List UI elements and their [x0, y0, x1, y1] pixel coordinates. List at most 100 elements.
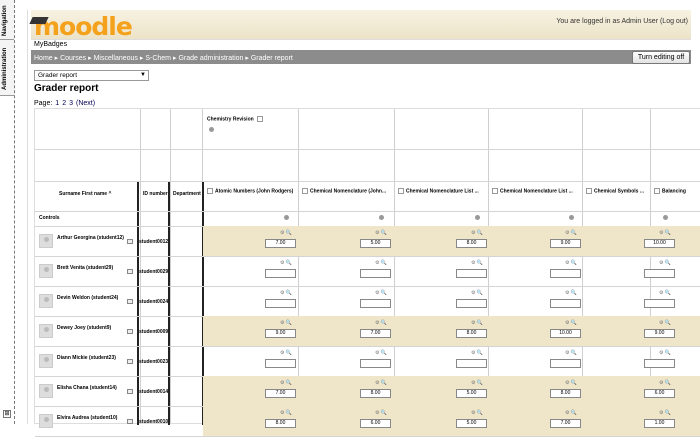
grade-settings-icon[interactable]: ⚙ 🔍: [565, 290, 577, 296]
login-info[interactable]: You are logged in as Admin User (Log out…: [556, 18, 688, 25]
breadcrumb-item[interactable]: S-Chem: [145, 55, 171, 62]
grade-settings-icon[interactable]: ⚙ 🔍: [280, 290, 292, 296]
grade-settings-icon[interactable]: ⚙ 🔍: [471, 290, 483, 296]
page-link[interactable]: 3: [69, 100, 73, 107]
breadcrumb-item[interactable]: Home: [34, 55, 53, 62]
collapse-toggle-icon[interactable]: [256, 116, 263, 122]
student-name[interactable]: Diann Mickie (student23): [57, 355, 116, 361]
grade-item-header[interactable]: Chemical Nomenclature List ...: [492, 188, 579, 194]
student-report-icon[interactable]: [127, 419, 133, 424]
grade-settings-icon[interactable]: ⚙ 🔍: [280, 230, 292, 236]
grade-settings-icon[interactable]: ⚙ 🔍: [375, 260, 387, 266]
grade-settings-icon[interactable]: ⚙ 🔍: [659, 410, 671, 416]
student-name[interactable]: Brett Venita (student29): [57, 265, 113, 271]
controls-settings-icon[interactable]: [475, 215, 480, 220]
grade-settings-icon[interactable]: ⚙ 🔍: [471, 380, 483, 386]
student-name[interactable]: Devin Weldon (student24): [57, 295, 118, 301]
grade-input[interactable]: [644, 359, 675, 368]
grade-settings-icon[interactable]: ⚙ 🔍: [659, 320, 671, 326]
grade-input[interactable]: [265, 299, 296, 308]
breadcrumb-item[interactable]: Miscellaneous: [94, 55, 138, 62]
grade-input[interactable]: [360, 359, 391, 368]
grade-settings-icon[interactable]: ⚙ 🔍: [471, 350, 483, 356]
grade-settings-icon[interactable]: ⚙ 🔍: [659, 260, 671, 266]
avatar[interactable]: [39, 384, 53, 398]
page-link[interactable]: 1: [55, 100, 59, 107]
grade-item-header[interactable]: Atomic Numbers (John Rodgers): [207, 188, 294, 194]
dock-icon[interactable]: ⊞: [3, 410, 11, 418]
id-column-header[interactable]: ID number: [143, 191, 168, 197]
grade-input[interactable]: [360, 269, 391, 278]
grade-settings-icon[interactable]: ⚙ 🔍: [375, 380, 387, 386]
student-report-icon[interactable]: [127, 239, 133, 244]
student-name[interactable]: Dewey Joey (student9): [57, 325, 111, 331]
student-report-icon[interactable]: [127, 359, 133, 364]
student-report-icon[interactable]: [127, 299, 133, 304]
grade-settings-icon[interactable]: ⚙ 🔍: [565, 410, 577, 416]
grade-input[interactable]: 7.00: [265, 239, 296, 248]
category-settings-icon[interactable]: [209, 127, 214, 132]
student-name[interactable]: Elvira Audrea (student10): [57, 415, 117, 421]
grade-input[interactable]: 8.00: [456, 329, 487, 338]
grade-settings-icon[interactable]: ⚙ 🔍: [659, 290, 671, 296]
grade-settings-icon[interactable]: ⚙ 🔍: [659, 380, 671, 386]
breadcrumb-item[interactable]: Grader report: [251, 55, 293, 62]
grade-settings-icon[interactable]: ⚙ 🔍: [375, 290, 387, 296]
grade-input[interactable]: [550, 359, 581, 368]
moodle-logo[interactable]: moodle: [29, 12, 133, 41]
avatar[interactable]: [39, 294, 53, 308]
grade-settings-icon[interactable]: ⚙ 🔍: [280, 410, 292, 416]
grade-settings-icon[interactable]: ⚙ 🔍: [565, 380, 577, 386]
grade-input[interactable]: 8.00: [456, 239, 487, 248]
grade-input[interactable]: 9.00: [265, 329, 296, 338]
grade-settings-icon[interactable]: ⚙ 🔍: [280, 260, 292, 266]
grade-settings-icon[interactable]: ⚙ 🔍: [471, 410, 483, 416]
site-name[interactable]: MyBadges: [34, 41, 67, 48]
grade-item-header[interactable]: Balancing: [654, 188, 700, 194]
page-link[interactable]: 2: [62, 100, 66, 107]
grade-input[interactable]: 10.00: [644, 239, 675, 248]
grade-settings-icon[interactable]: ⚙ 🔍: [659, 350, 671, 356]
avatar[interactable]: [39, 354, 53, 368]
navigation-dock-tab[interactable]: Navigation: [0, 0, 14, 40]
grade-settings-icon[interactable]: ⚙ 🔍: [565, 230, 577, 236]
next-page-link[interactable]: (Next): [76, 100, 95, 107]
grade-item-header[interactable]: Chemical Nomenclature List ...: [398, 188, 485, 194]
grade-settings-icon[interactable]: ⚙ 🔍: [375, 350, 387, 356]
grade-settings-icon[interactable]: ⚙ 🔍: [471, 230, 483, 236]
report-select[interactable]: Grader report ▼: [34, 70, 149, 81]
student-name[interactable]: Arthur Georgina (student12): [57, 235, 124, 241]
grade-input[interactable]: 5.00: [360, 239, 391, 248]
student-report-icon[interactable]: [127, 269, 133, 274]
breadcrumb-item[interactable]: Grade administration: [178, 55, 243, 62]
avatar[interactable]: [39, 264, 53, 278]
grade-settings-icon[interactable]: ⚙ 🔍: [375, 230, 387, 236]
grade-input[interactable]: 6.00: [644, 389, 675, 398]
grade-settings-icon[interactable]: ⚙ 🔍: [565, 260, 577, 266]
grade-settings-icon[interactable]: ⚙ 🔍: [280, 320, 292, 326]
grade-settings-icon[interactable]: ⚙ 🔍: [280, 350, 292, 356]
grade-input[interactable]: 10.00: [550, 329, 581, 338]
grade-input[interactable]: [265, 359, 296, 368]
controls-settings-icon[interactable]: [663, 215, 668, 220]
grade-input[interactable]: 8.00: [550, 389, 581, 398]
grade-input[interactable]: [265, 269, 296, 278]
administration-dock-tab[interactable]: Administration: [0, 40, 14, 96]
grade-input[interactable]: 5.00: [456, 389, 487, 398]
turn-editing-off-button[interactable]: Turn editing off: [632, 51, 690, 64]
student-report-icon[interactable]: [127, 389, 133, 394]
grade-input[interactable]: 7.00: [265, 389, 296, 398]
avatar[interactable]: [39, 414, 53, 428]
grade-input[interactable]: [456, 359, 487, 368]
grade-input[interactable]: [644, 299, 675, 308]
grade-settings-icon[interactable]: ⚙ 🔍: [471, 260, 483, 266]
avatar[interactable]: [39, 324, 53, 338]
controls-settings-icon[interactable]: [379, 215, 384, 220]
avatar[interactable]: [39, 234, 53, 248]
grade-input[interactable]: 8.00: [360, 389, 391, 398]
grade-input[interactable]: 7.00: [360, 329, 391, 338]
department-column-header[interactable]: Department: [173, 191, 201, 197]
grade-settings-icon[interactable]: ⚙ 🔍: [565, 350, 577, 356]
grade-settings-icon[interactable]: ⚙ 🔍: [565, 320, 577, 326]
grade-input[interactable]: [456, 269, 487, 278]
